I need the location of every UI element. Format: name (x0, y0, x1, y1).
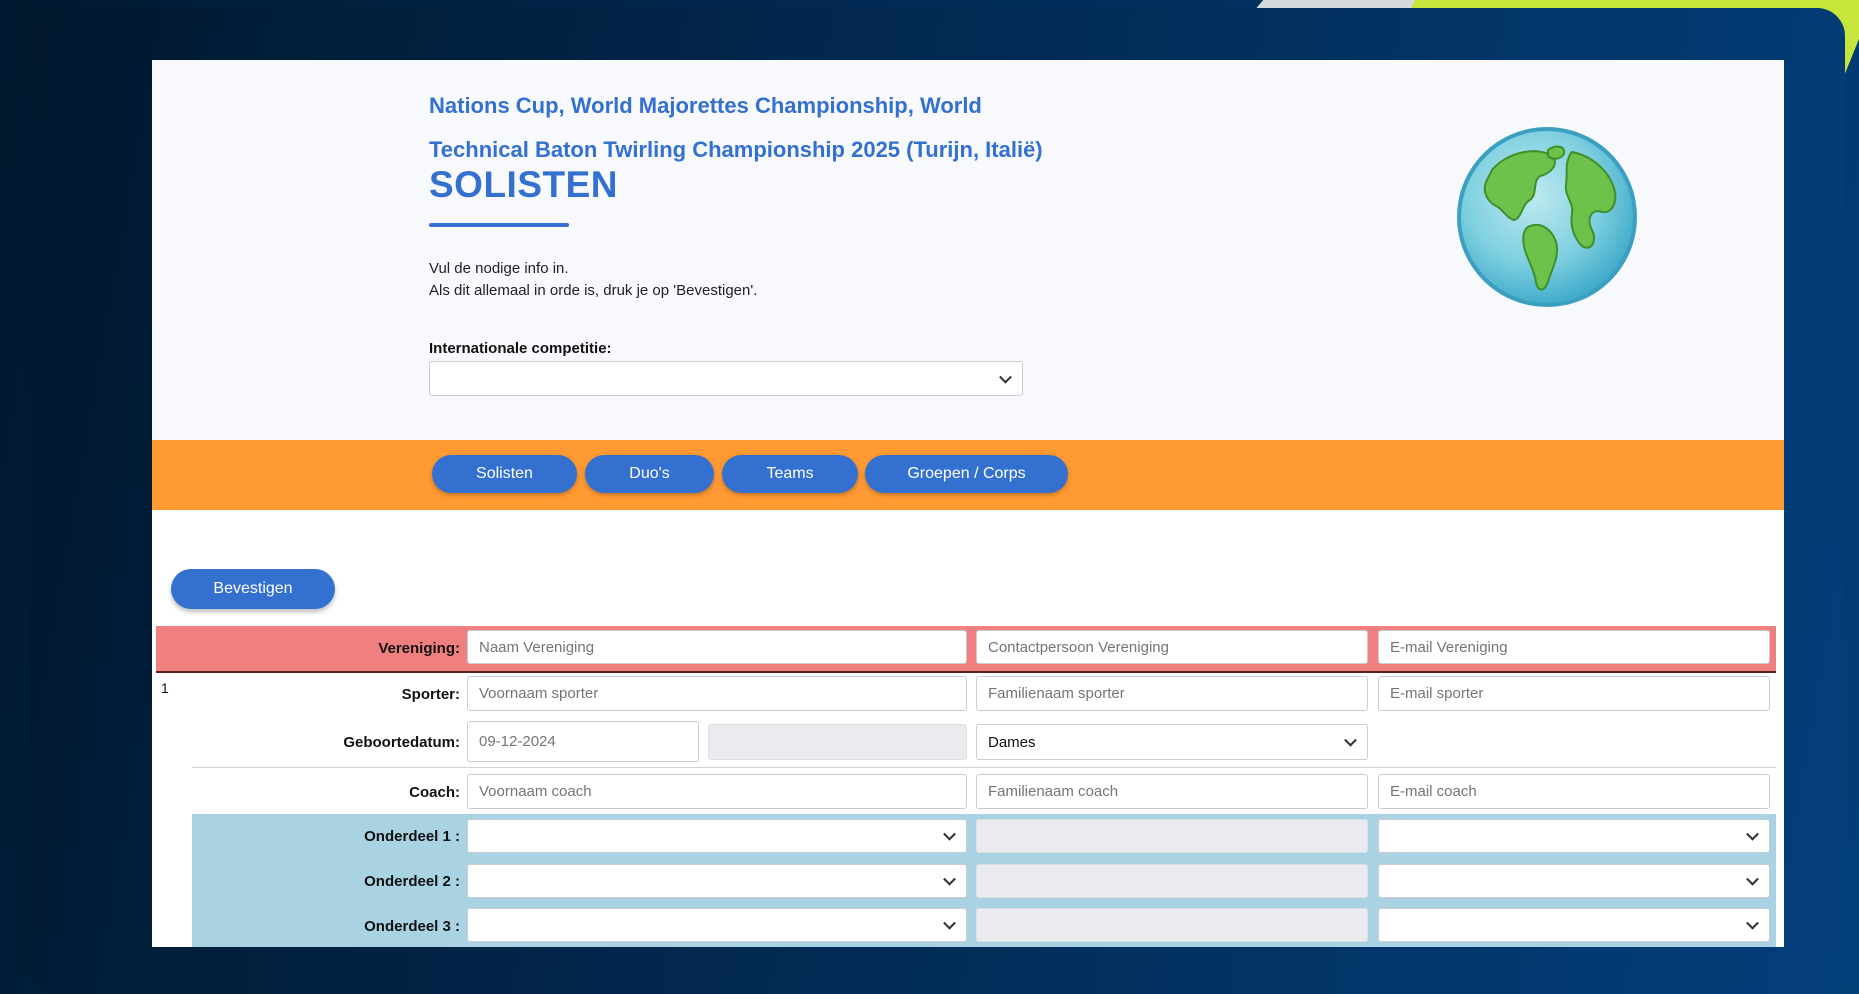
chevron-down-icon (943, 872, 956, 886)
discipline-3-select[interactable] (467, 908, 967, 942)
intro-text: Vul de nodige info in. Als dit allemaal … (429, 258, 757, 302)
section-divider (192, 767, 1776, 768)
chevron-down-icon (1746, 916, 1759, 930)
athlete-last-name-input[interactable] (976, 676, 1368, 711)
page-title: SOLISTEN (429, 164, 619, 205)
chevron-down-icon (1344, 733, 1357, 747)
chevron-down-icon (999, 370, 1012, 384)
device-frame: Nations Cup, World Majorettes Championsh… (27, 8, 1845, 994)
discipline-3-info-field (976, 908, 1368, 942)
discipline-1-label: Onderdeel 1 : (364, 828, 460, 845)
chevron-down-icon (943, 827, 956, 841)
birthdate-input[interactable] (467, 721, 699, 762)
discipline-3-option-select[interactable] (1378, 908, 1770, 942)
discipline-2-label: Onderdeel 2 : (364, 873, 460, 890)
coach-last-name-input[interactable] (976, 774, 1368, 809)
chevron-down-icon (1746, 827, 1759, 841)
globe-icon (1457, 127, 1637, 307)
event-title: Nations Cup, World Majorettes Championsh… (429, 93, 1043, 162)
discipline-1-info-field (976, 819, 1368, 853)
chevron-down-icon (1746, 872, 1759, 886)
coach-first-name-input[interactable] (467, 774, 967, 809)
intro-line-1: Vul de nodige info in. (429, 260, 569, 277)
gender-select[interactable]: Dames (976, 724, 1368, 760)
discipline-1-option-select[interactable] (1378, 819, 1770, 853)
athlete-label: Sporter: (401, 686, 460, 703)
chevron-down-icon (943, 916, 956, 930)
page-screen: Nations Cup, World Majorettes Championsh… (152, 60, 1784, 947)
competition-select[interactable] (429, 361, 1023, 396)
tab-duos[interactable]: Duo's (585, 455, 714, 493)
title-underline (429, 223, 569, 227)
discipline-1-select[interactable] (467, 819, 967, 853)
club-contact-input[interactable] (976, 630, 1368, 664)
athlete-first-name-input[interactable] (467, 676, 967, 711)
tab-solisten[interactable]: Solisten (432, 455, 577, 493)
tab-teams[interactable]: Teams (722, 455, 858, 493)
tab-groepen-corps[interactable]: Groepen / Corps (865, 455, 1068, 493)
club-email-input[interactable] (1378, 630, 1770, 664)
hero-section: Nations Cup, World Majorettes Championsh… (152, 60, 1784, 440)
competition-label: Internationale competitie: (429, 340, 612, 357)
gender-select-value: Dames (988, 733, 1036, 751)
discipline-3-label: Onderdeel 3 : (364, 918, 460, 935)
discipline-2-info-field (976, 864, 1368, 898)
discipline-2-option-select[interactable] (1378, 864, 1770, 898)
club-name-input[interactable] (467, 630, 967, 664)
age-category-field (708, 724, 967, 760)
discipline-2-select[interactable] (467, 864, 967, 898)
club-label: Vereniging: (378, 640, 460, 657)
confirm-button[interactable]: Bevestigen (171, 569, 335, 609)
intro-line-2: Als dit allemaal in orde is, druk je op … (429, 282, 758, 299)
coach-email-input[interactable] (1378, 774, 1770, 809)
entry-number: 1 (161, 680, 169, 696)
athlete-email-input[interactable] (1378, 676, 1770, 711)
birthdate-label: Geboortedatum: (343, 734, 460, 751)
coach-label: Coach: (409, 784, 460, 801)
